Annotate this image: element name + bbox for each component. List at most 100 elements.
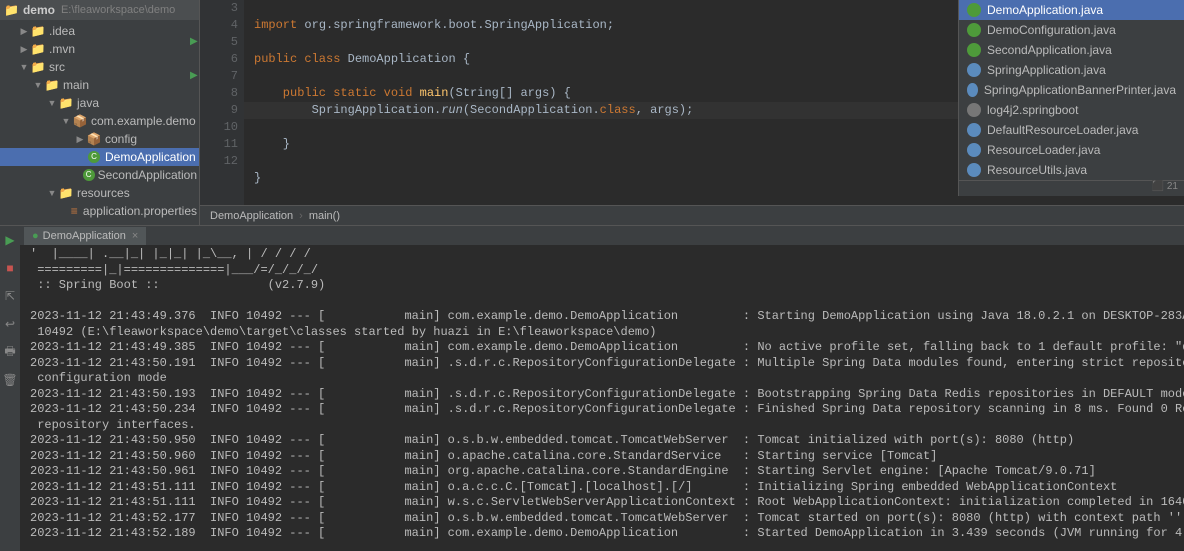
tree-label: main xyxy=(63,78,89,92)
clear-icon[interactable]: 🗑 xyxy=(0,370,20,390)
tree-label: src xyxy=(49,60,65,74)
recent-file-label: DefaultResourceLoader.java xyxy=(987,123,1138,137)
tree-label: SecondApplication xyxy=(98,168,197,182)
tree-label: com.example.demo xyxy=(91,114,196,128)
recent-file-label: SecondApplication.java xyxy=(987,43,1112,57)
breadcrumb: DemoApplication › main() xyxy=(200,205,1184,225)
tree-node-java[interactable]: ▼📁java xyxy=(0,94,199,112)
tree-label: resources xyxy=(77,186,130,200)
file-type-icon xyxy=(967,63,981,77)
close-icon[interactable]: × xyxy=(132,230,138,242)
tree-arrow-icon[interactable]: ▶ xyxy=(74,133,86,145)
recent-file-label: SpringApplication.java xyxy=(987,63,1106,77)
file-type-icon xyxy=(967,43,981,57)
tree-label: .mvn xyxy=(49,42,75,56)
tree-arrow-icon[interactable]: ▼ xyxy=(46,97,58,109)
tree-label: java xyxy=(77,96,99,110)
class-icon: C xyxy=(86,149,102,165)
tree-node--idea[interactable]: ▶📁.idea xyxy=(0,22,199,40)
rerun-button[interactable]: ▶ xyxy=(0,230,20,250)
recent-file-item[interactable]: ResourceUtils.java xyxy=(959,160,1184,180)
tree-arrow-icon[interactable]: ▼ xyxy=(32,79,44,91)
recent-file-label: SpringApplicationBannerPrinter.java xyxy=(984,83,1176,97)
run-gutter-icon[interactable]: ▶ xyxy=(190,68,198,85)
stop-button[interactable]: ■ xyxy=(0,258,20,278)
print-icon[interactable]: 🖶 xyxy=(0,342,20,362)
tree-label: .idea xyxy=(49,24,75,38)
recent-file-item[interactable]: SecondApplication.java xyxy=(959,40,1184,60)
tree-arrow-icon[interactable]: ▶ xyxy=(18,25,30,37)
folder-icon: 📁 xyxy=(58,95,74,111)
file-type-icon xyxy=(967,163,981,177)
tree-arrow-icon[interactable] xyxy=(74,151,86,163)
run-toolbar: ▶ ■ ⇱ ↩ 🖶 🗑 xyxy=(0,226,20,551)
tree-label: application.properties xyxy=(83,204,197,218)
run-gutter-icon[interactable]: ▶ xyxy=(190,34,198,51)
file-type-icon xyxy=(967,83,978,97)
tree-arrow-icon[interactable]: ▼ xyxy=(18,61,30,73)
tree-arrow-icon[interactable] xyxy=(60,205,69,217)
folder-icon: 📁 xyxy=(44,77,60,93)
folder-icon: 📁 xyxy=(4,3,19,17)
editor-panel: 3 4 ▶5 6 ▶7 8 9 10 11 12 import org.spri… xyxy=(200,0,1184,225)
folder-icon: 📁 xyxy=(30,23,46,39)
tree-arrow-icon[interactable]: ▶ xyxy=(18,43,30,55)
recent-file-item[interactable]: DemoApplication.java xyxy=(959,0,1184,20)
properties-icon: ≡ xyxy=(69,203,80,219)
recent-file-item[interactable]: SpringApplicationBannerPrinter.java xyxy=(959,80,1184,100)
folder-icon: 📁 xyxy=(30,59,46,75)
tree-arrow-icon[interactable]: ▼ xyxy=(60,115,72,127)
file-type-icon xyxy=(967,123,981,137)
recent-file-item[interactable]: DemoConfiguration.java xyxy=(959,20,1184,40)
recent-file-label: log4j2.springboot xyxy=(987,103,1078,117)
package-icon: 📦 xyxy=(72,113,88,129)
file-type-icon xyxy=(967,3,981,17)
project-tree: ▶📁.idea▶📁.mvn▼📁src▼📁main▼📁java▼📦com.exam… xyxy=(0,20,199,222)
project-name: demo xyxy=(23,3,55,17)
console-tabbar: ● DemoApplication × ⚙ xyxy=(20,226,1184,245)
file-type-icon xyxy=(967,103,981,117)
project-path: E:\fleaworkspace\demo xyxy=(61,4,175,16)
project-header: 📁 demo E:\fleaworkspace\demo xyxy=(0,0,199,20)
package-icon: 📦 xyxy=(86,131,102,147)
breadcrumb-class[interactable]: DemoApplication xyxy=(210,210,293,222)
project-panel: 📁 demo E:\fleaworkspace\demo ▶📁.idea▶📁.m… xyxy=(0,0,200,225)
editor-gutter: 3 4 ▶5 6 ▶7 8 9 10 11 12 xyxy=(200,0,244,205)
run-config-tab[interactable]: ● DemoApplication × xyxy=(24,227,146,245)
recent-file-item[interactable]: log4j2.springboot xyxy=(959,100,1184,120)
tree-node-main[interactable]: ▼📁main xyxy=(0,76,199,94)
scroll-to-top-icon[interactable]: ⇱ xyxy=(0,286,20,306)
console-panel: ▶ ■ ⇱ ↩ 🖶 🗑 ● DemoApplication × ⚙ ' |___… xyxy=(0,225,1184,551)
tree-node-com-example-demo[interactable]: ▼📦com.example.demo xyxy=(0,112,199,130)
tree-node-src[interactable]: ▼📁src xyxy=(0,58,199,76)
tree-node-demoapplication[interactable]: CDemoApplication xyxy=(0,148,199,166)
tree-label: config xyxy=(105,132,137,146)
tree-node-resources[interactable]: ▼📁resources xyxy=(0,184,199,202)
file-type-icon xyxy=(967,143,981,157)
recent-count: ⬛ 21 xyxy=(959,180,1184,196)
recent-file-label: ResourceLoader.java xyxy=(987,143,1100,157)
tree-node-secondapplication[interactable]: CSecondApplication xyxy=(0,166,199,184)
folder-icon: 📁 xyxy=(30,41,46,57)
run-status-icon: ● xyxy=(32,230,39,242)
tree-label: DemoApplication xyxy=(105,150,196,164)
tree-arrow-icon[interactable]: ▼ xyxy=(46,187,58,199)
kw-import: import xyxy=(254,18,304,32)
file-type-icon xyxy=(967,23,981,37)
tree-arrow-icon[interactable] xyxy=(74,169,83,181)
chevron-right-icon: › xyxy=(299,210,303,222)
folder-icon: 📁 xyxy=(58,185,74,201)
console-output[interactable]: ' |____| .__|_| |_|_| |_\__, | / / / / =… xyxy=(20,245,1184,544)
recent-files-popup: DemoApplication.java DemoConfiguration.ja… xyxy=(958,0,1184,196)
recent-file-item[interactable]: ResourceLoader.java xyxy=(959,140,1184,160)
recent-file-label: DemoApplication.java xyxy=(987,3,1103,17)
recent-file-item[interactable]: DefaultResourceLoader.java xyxy=(959,120,1184,140)
class-icon: C xyxy=(83,167,95,183)
recent-file-item[interactable]: SpringApplication.java xyxy=(959,60,1184,80)
tree-node-config[interactable]: ▶📦config xyxy=(0,130,199,148)
recent-file-label: DemoConfiguration.java xyxy=(987,23,1116,37)
tree-node--mvn[interactable]: ▶📁.mvn xyxy=(0,40,199,58)
tree-node-application-properties[interactable]: ≡application.properties xyxy=(0,202,199,220)
breadcrumb-method[interactable]: main() xyxy=(309,210,340,222)
soft-wrap-icon[interactable]: ↩ xyxy=(0,314,20,334)
